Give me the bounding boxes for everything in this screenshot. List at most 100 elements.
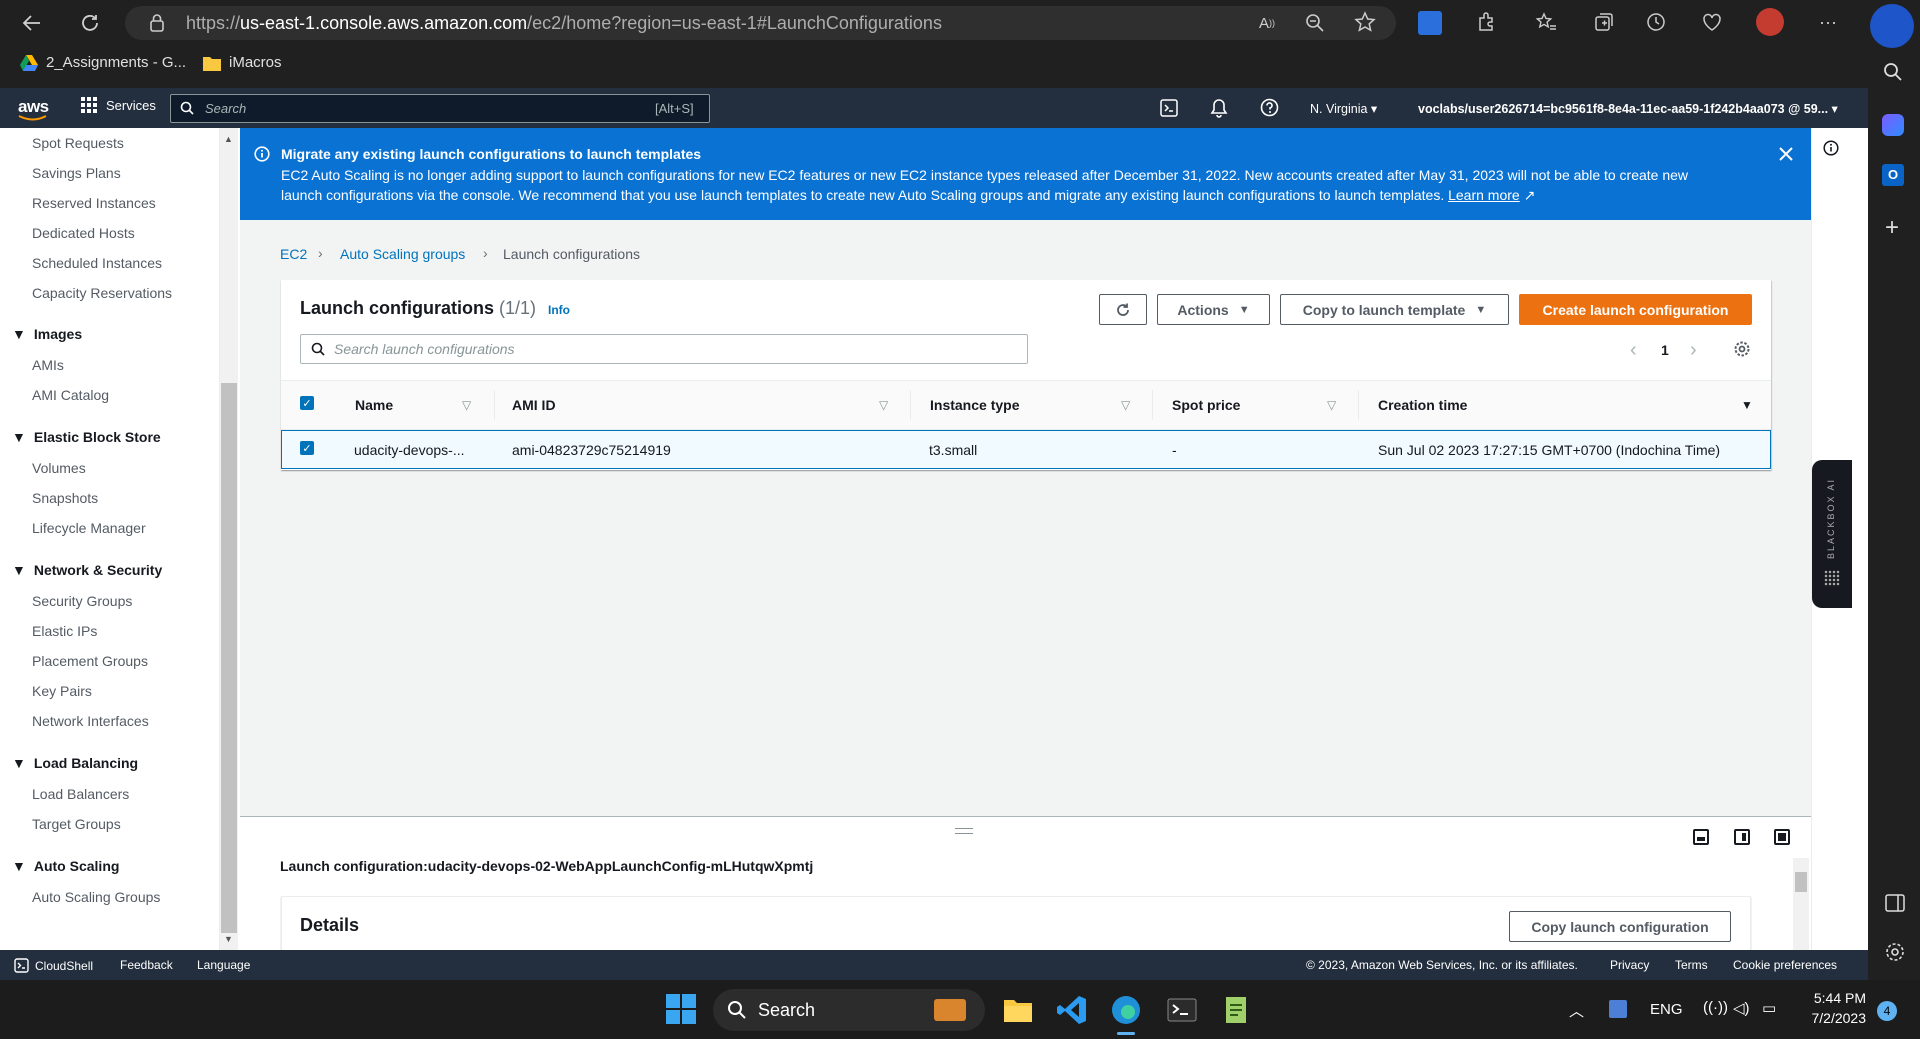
learn-more-link[interactable]: Learn more: [1448, 187, 1520, 203]
preferences-gear-icon[interactable]: [1733, 340, 1751, 358]
sort-icon[interactable]: ▽: [1327, 398, 1336, 412]
breadcrumb-auto-scaling-groups[interactable]: Auto Scaling groups: [340, 246, 465, 262]
sidebar-item-volumes[interactable]: Volumes: [32, 460, 86, 476]
services-menu-button[interactable]: Services: [80, 96, 156, 114]
sidebar-item-placement-groups[interactable]: Placement Groups: [32, 653, 148, 669]
sidebar-section-images[interactable]: ▼ Images: [12, 326, 82, 342]
scroll-down-icon[interactable]: ▼: [224, 934, 233, 944]
sidebar-item-target-groups[interactable]: Target Groups: [32, 816, 121, 832]
edge-icon[interactable]: [1110, 994, 1142, 1026]
outlook-icon[interactable]: O: [1882, 164, 1904, 186]
sidebar-item-capacity-reservations[interactable]: Capacity Reservations: [32, 285, 172, 301]
collections-icon[interactable]: [1593, 11, 1615, 33]
breadcrumb-ec2[interactable]: EC2: [280, 246, 307, 262]
sidebar-layout-icon[interactable]: [1885, 894, 1905, 912]
notepad-icon[interactable]: [1220, 994, 1252, 1026]
sidebar-section-network[interactable]: ▼ Network & Security: [12, 562, 162, 578]
aws-logo[interactable]: aws: [18, 97, 49, 121]
sidebar-scrollbar-thumb[interactable]: [221, 383, 237, 933]
tray-app-icon[interactable]: [1609, 1000, 1627, 1018]
split-panel-scrollbar[interactable]: [1793, 858, 1809, 950]
split-side-icon[interactable]: [1734, 829, 1750, 845]
profile-avatar[interactable]: [1756, 8, 1784, 36]
aws-search-input[interactable]: [170, 94, 710, 123]
sidebar-section-load-balancing[interactable]: ▼ Load Balancing: [12, 755, 138, 771]
wifi-icon[interactable]: ((·)): [1703, 999, 1728, 1016]
language-link[interactable]: Language: [197, 958, 250, 972]
url-text[interactable]: https://us-east-1.console.aws.amazon.com…: [186, 13, 942, 34]
search-icon[interactable]: [1883, 62, 1903, 82]
copy-to-launch-template-button[interactable]: Copy to launch template ▼: [1280, 294, 1509, 325]
info-link[interactable]: Info: [548, 303, 570, 317]
row-checkbox[interactable]: ✓: [300, 441, 314, 455]
next-page-icon[interactable]: ›: [1690, 339, 1697, 362]
favorite-star-icon[interactable]: [1354, 11, 1376, 33]
cookie-preferences-link[interactable]: Cookie preferences: [1733, 958, 1837, 972]
sort-icon[interactable]: ▽: [1121, 398, 1130, 412]
resize-handle-icon[interactable]: [955, 828, 973, 834]
translate-icon[interactable]: [1418, 11, 1442, 35]
file-explorer-icon[interactable]: [1002, 994, 1034, 1026]
sidebar-item-amis[interactable]: AMIs: [32, 357, 64, 373]
clock-date[interactable]: 7/2/2023: [1806, 1010, 1867, 1026]
column-header-name[interactable]: Name: [355, 397, 393, 413]
column-header-instance-type[interactable]: Instance type: [930, 397, 1019, 413]
history-icon[interactable]: [1645, 11, 1667, 33]
add-icon[interactable]: +: [1885, 216, 1899, 240]
close-icon[interactable]: [1778, 146, 1794, 162]
sidebar-item-key-pairs[interactable]: Key Pairs: [32, 683, 92, 699]
privacy-link[interactable]: Privacy: [1610, 958, 1649, 972]
blackbox-ai-tab[interactable]: BLACKBOX AI: [1812, 460, 1852, 608]
sidebar-item-spot-requests[interactable]: Spot Requests: [32, 135, 124, 151]
language-indicator[interactable]: ENG: [1650, 1001, 1683, 1018]
health-icon[interactable]: [1701, 11, 1723, 33]
sidebar-item-dedicated-hosts[interactable]: Dedicated Hosts: [32, 225, 135, 241]
back-icon[interactable]: [18, 10, 46, 36]
sidebar-section-ebs[interactable]: ▼ Elastic Block Store: [12, 429, 161, 445]
sidebar-item-lifecycle-manager[interactable]: Lifecycle Manager: [32, 520, 146, 536]
split-full-icon[interactable]: [1774, 829, 1790, 845]
battery-icon[interactable]: ▭: [1762, 999, 1776, 1017]
windows-start-icon[interactable]: [666, 994, 696, 1024]
feedback-link[interactable]: Feedback: [120, 958, 173, 972]
more-icon[interactable]: ···: [1815, 8, 1841, 36]
column-header-ami-id[interactable]: AMI ID: [512, 397, 556, 413]
refresh-button[interactable]: [1099, 294, 1147, 325]
cloudshell-icon[interactable]: [1160, 99, 1178, 117]
read-aloud-icon[interactable]: A)): [1255, 12, 1279, 34]
extensions-icon[interactable]: [1475, 11, 1497, 33]
bookmark-assignments[interactable]: 2_Assignments - G...: [20, 54, 186, 71]
bing-chat-icon[interactable]: [1870, 4, 1914, 48]
sidebar-item-savings-plans[interactable]: Savings Plans: [32, 165, 121, 181]
split-bottom-icon[interactable]: [1693, 829, 1709, 845]
bookmark-imacros[interactable]: iMacros: [203, 54, 282, 71]
notification-badge[interactable]: 4: [1877, 1001, 1897, 1021]
account-menu[interactable]: voclabs/user2626714=bc9561f8-8e4a-11ec-a…: [1418, 101, 1838, 116]
create-launch-configuration-button[interactable]: Create launch configuration: [1519, 294, 1752, 325]
column-header-spot-price[interactable]: Spot price: [1172, 397, 1240, 413]
copy-launch-configuration-button[interactable]: Copy launch configuration: [1509, 911, 1731, 942]
favorites-icon[interactable]: [1535, 11, 1557, 33]
cloudshell-link[interactable]: CloudShell: [14, 958, 93, 973]
help-icon[interactable]: [1260, 98, 1279, 117]
sidebar-item-security-groups[interactable]: Security Groups: [32, 593, 132, 609]
sidebar-item-elastic-ips[interactable]: Elastic IPs: [32, 623, 97, 639]
terms-link[interactable]: Terms: [1675, 958, 1708, 972]
column-header-creation-time[interactable]: Creation time: [1378, 397, 1467, 413]
previous-page-icon[interactable]: ‹: [1630, 339, 1637, 362]
sidebar-section-auto-scaling[interactable]: ▼ Auto Scaling: [12, 858, 119, 874]
lock-icon[interactable]: [148, 13, 166, 33]
volume-icon[interactable]: ◁): [1733, 999, 1750, 1017]
sidebar-item-snapshots[interactable]: Snapshots: [32, 490, 98, 506]
sort-icon[interactable]: ▽: [879, 398, 888, 412]
region-selector[interactable]: N. Virginia ▾: [1310, 101, 1377, 116]
terminal-icon[interactable]: [1166, 994, 1198, 1026]
settings-icon[interactable]: [1884, 941, 1906, 963]
sidebar-item-scheduled-instances[interactable]: Scheduled Instances: [32, 255, 162, 271]
info-icon[interactable]: [1823, 140, 1839, 156]
copilot-icon[interactable]: [1882, 114, 1904, 136]
sidebar-item-load-balancers[interactable]: Load Balancers: [32, 786, 129, 802]
refresh-icon[interactable]: [76, 10, 104, 36]
page-number[interactable]: 1: [1661, 342, 1669, 358]
sidebar-item-ami-catalog[interactable]: AMI Catalog: [32, 387, 109, 403]
